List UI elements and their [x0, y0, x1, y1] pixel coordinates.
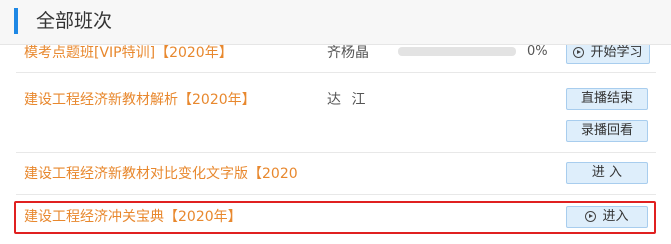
course-title[interactable]: 建设工程经济新教材解析【2020年】: [24, 91, 256, 109]
play-circle-icon: [573, 47, 585, 58]
play-circle-icon: [585, 211, 597, 222]
course-title[interactable]: 模考点题班[VIP特训]【2020年】: [24, 44, 233, 62]
teacher-name: 达 江: [327, 92, 366, 108]
page-header: 全部班次: [0, 0, 671, 45]
enter-button[interactable]: 进入: [566, 206, 648, 228]
progress-bar: [398, 47, 516, 56]
page-title: 全部班次: [36, 10, 113, 32]
start-learning-label: 开始学习: [590, 45, 643, 60]
enter-label: 进入: [602, 209, 629, 224]
progress-percent: 0%: [527, 44, 548, 59]
start-learning-button[interactable]: 开始学习: [566, 42, 650, 64]
replay-button[interactable]: 录播回看: [566, 120, 648, 142]
course-title[interactable]: 建设工程经济新教材对比变化文字版【2020: [24, 165, 298, 183]
course-title[interactable]: 建设工程经济冲关宝典【2020年】: [24, 208, 242, 226]
teacher-name: 齐杨晶: [327, 45, 369, 61]
row-divider: [16, 152, 656, 153]
header-accent-bar: [14, 8, 18, 34]
row-divider: [16, 72, 656, 73]
enter-button[interactable]: 进 入: [566, 162, 648, 184]
row-divider: [16, 194, 656, 195]
live-ended-button[interactable]: 直播结束: [566, 88, 648, 110]
